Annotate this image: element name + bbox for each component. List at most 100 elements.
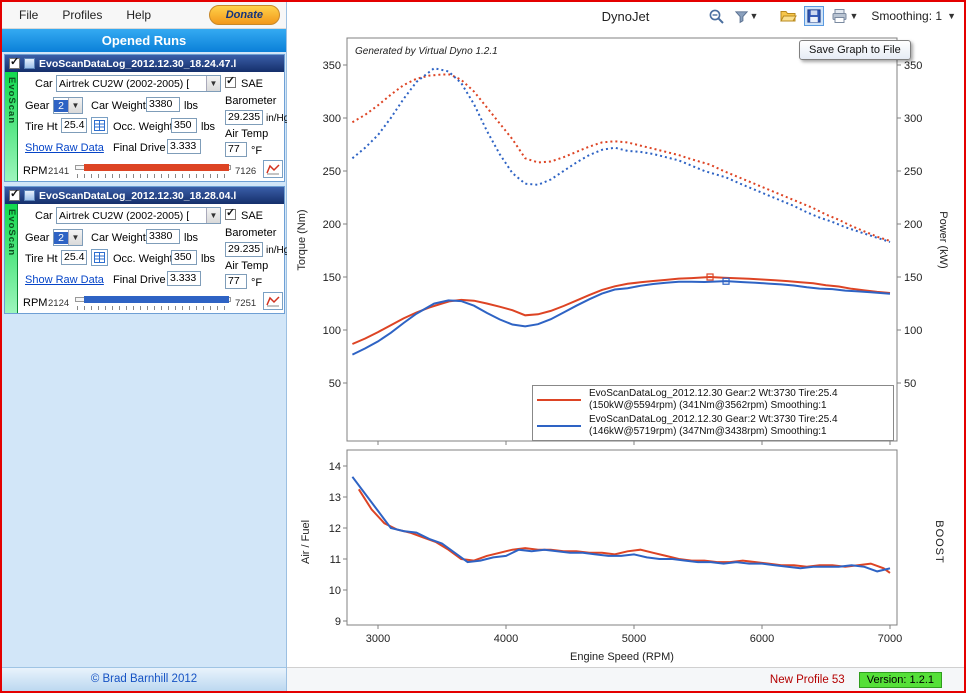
menu-file[interactable]: File (8, 4, 49, 26)
final-drive-label: Final Drive (113, 142, 166, 154)
car-label: Car (35, 210, 53, 222)
svg-text:100: 100 (904, 325, 922, 337)
show-raw-data-link[interactable]: Show Raw Data (25, 274, 104, 286)
car-select[interactable]: Airtrek CU2W (2002-2005) [▼ (56, 75, 221, 92)
chart-legend: EvoScanDataLog_2012.12.30 Gear:2 Wt:3730… (532, 385, 894, 441)
svg-text:150: 150 (904, 272, 922, 284)
svg-text:7000: 7000 (878, 633, 902, 645)
barometer-input[interactable]: 29.235 (225, 110, 263, 125)
barometer-unit: in/Hg (266, 113, 289, 124)
tire-height-input[interactable]: 25.4 (61, 118, 87, 133)
svg-text:300: 300 (323, 113, 341, 125)
occ-weight-input[interactable]: 350 (171, 250, 197, 265)
gear-label: Gear (25, 100, 49, 112)
run-graph-button[interactable] (263, 160, 283, 178)
svg-text:6000: 6000 (750, 633, 774, 645)
run-graph-button[interactable] (263, 292, 283, 310)
svg-text:Power (kW): Power (kW) (937, 211, 949, 268)
run-enabled-checkbox[interactable] (9, 190, 20, 201)
svg-text:250: 250 (904, 166, 922, 178)
legend-run1-peaks: (150kW@5594rpm) (341Nm@3562rpm) Smoothin… (589, 400, 827, 411)
svg-text:14: 14 (329, 461, 341, 473)
chevron-down-icon: ▼ (849, 11, 858, 21)
donate-button[interactable]: Donate (209, 5, 280, 25)
dyno-chart: Generated by Virtual Dyno 1.2.1505010010… (287, 30, 964, 667)
smoothing-dropdown[interactable]: Smoothing: 1 ▼ (871, 9, 956, 23)
car-weight-label: Car Weight (91, 232, 146, 244)
sidebar: File Profiles Help Donate Opened Runs Ev… (2, 2, 287, 691)
final-drive-input[interactable]: 3.333 (167, 139, 201, 154)
legend-run1-title: EvoScanDataLog_2012.12.30 Gear:2 Wt:3730… (589, 388, 838, 399)
save-graph-button[interactable] (804, 6, 824, 26)
barometer-unit: in/Hg (266, 245, 289, 256)
show-raw-data-link[interactable]: Show Raw Data (25, 142, 104, 154)
run-body: EvoScan Car Airtrek CU2W (2002-2005) [▼ … (5, 72, 284, 181)
legend-line-sample (537, 425, 581, 427)
run-fields: Car Airtrek CU2W (2002-2005) [▼ SAE Gear… (19, 72, 284, 181)
gear-label: Gear (25, 232, 49, 244)
car-weight-input[interactable]: 3380 (146, 97, 180, 112)
menu-profiles[interactable]: Profiles (51, 4, 113, 26)
sae-checkbox[interactable] (225, 209, 236, 220)
car-weight-label: Car Weight (91, 100, 146, 112)
zoom-out-icon (708, 8, 725, 25)
run-body: EvoScan Car Airtrek CU2W (2002-2005) [▼ … (5, 204, 284, 313)
final-drive-input[interactable]: 3.333 (167, 271, 201, 286)
car-select[interactable]: Airtrek CU2W (2002-2005) [▼ (56, 207, 221, 224)
rpm-range-slider[interactable] (75, 162, 231, 178)
chart-canvas[interactable]: Generated by Virtual Dyno 1.2.1505010010… (287, 30, 964, 667)
sae-checkbox[interactable] (225, 77, 236, 88)
svg-text:10: 10 (329, 585, 341, 597)
chevron-down-icon: ▼ (947, 11, 956, 21)
svg-text:200: 200 (323, 219, 341, 231)
occ-weight-input[interactable]: 350 (171, 118, 197, 133)
rpm-max-value: 7251 (235, 298, 256, 309)
legend-entry-run2: EvoScanDataLog_2012.12.30 Gear:2 Wt:3730… (537, 414, 889, 438)
slider-range-fill[interactable] (84, 296, 229, 303)
run-file-icon (24, 190, 35, 201)
rpm-label: RPM (23, 297, 47, 309)
svg-text:50: 50 (329, 378, 341, 390)
menu-bar: File Profiles Help Donate (2, 2, 286, 29)
tire-height-input[interactable]: 25.4 (61, 250, 87, 265)
car-weight-input[interactable]: 3380 (146, 229, 180, 244)
slider-ticks (77, 306, 229, 310)
slider-range-fill[interactable] (84, 164, 229, 171)
svg-text:50: 50 (904, 378, 916, 390)
tire-calculator-button[interactable] (91, 117, 108, 134)
air-temp-input[interactable]: 77 (225, 142, 247, 157)
zoom-out-button[interactable] (706, 6, 727, 27)
print-button[interactable]: ▼ (829, 6, 860, 26)
barometer-input[interactable]: 29.235 (225, 242, 263, 257)
version-badge[interactable]: Version: 1.2.1 (859, 672, 942, 688)
final-drive-label: Final Drive (113, 274, 166, 286)
opened-runs-header: Opened Runs (2, 29, 286, 52)
svg-text:Air / Fuel: Air / Fuel (300, 520, 312, 564)
svg-text:Torque (Nm): Torque (Nm) (296, 209, 308, 270)
menu-help[interactable]: Help (115, 4, 162, 26)
open-graph-button[interactable] (778, 6, 799, 26)
svg-text:9: 9 (335, 616, 341, 628)
run-enabled-checkbox[interactable] (9, 58, 20, 69)
svg-text:11: 11 (330, 554, 341, 566)
profile-name[interactable]: New Profile 53 (770, 674, 845, 686)
svg-text:350: 350 (323, 60, 341, 72)
run-fields: Car Airtrek CU2W (2002-2005) [▼ SAE Gear… (19, 204, 284, 313)
run-header[interactable]: EvoScanDataLog_2012.12.30_18.24.47.l (5, 55, 284, 72)
filter-button[interactable]: ▼ (732, 7, 761, 26)
air-temp-label: Air Temp (225, 260, 268, 272)
gear-select[interactable]: 2▼ (53, 229, 83, 246)
smoothing-value: Smoothing: 1 (871, 9, 942, 23)
rpm-min-value: 2141 (48, 166, 69, 177)
run-header[interactable]: EvoScanDataLog_2012.12.30_18.28.04.l (5, 187, 284, 204)
gear-select[interactable]: 2▼ (53, 97, 83, 114)
run-title: EvoScanDataLog_2012.12.30_18.28.04.l (39, 190, 280, 202)
air-temp-input[interactable]: 77 (225, 274, 247, 289)
tire-calculator-button[interactable] (91, 249, 108, 266)
rpm-range-slider[interactable] (75, 294, 231, 310)
car-weight-unit: lbs (184, 100, 198, 112)
main-area: DynoJet ▼ ▼ (287, 2, 964, 691)
save-tooltip: Save Graph to File (799, 40, 911, 60)
copyright-link[interactable]: © Brad Barnhill 2012 (2, 667, 286, 691)
svg-text:300: 300 (904, 113, 922, 125)
